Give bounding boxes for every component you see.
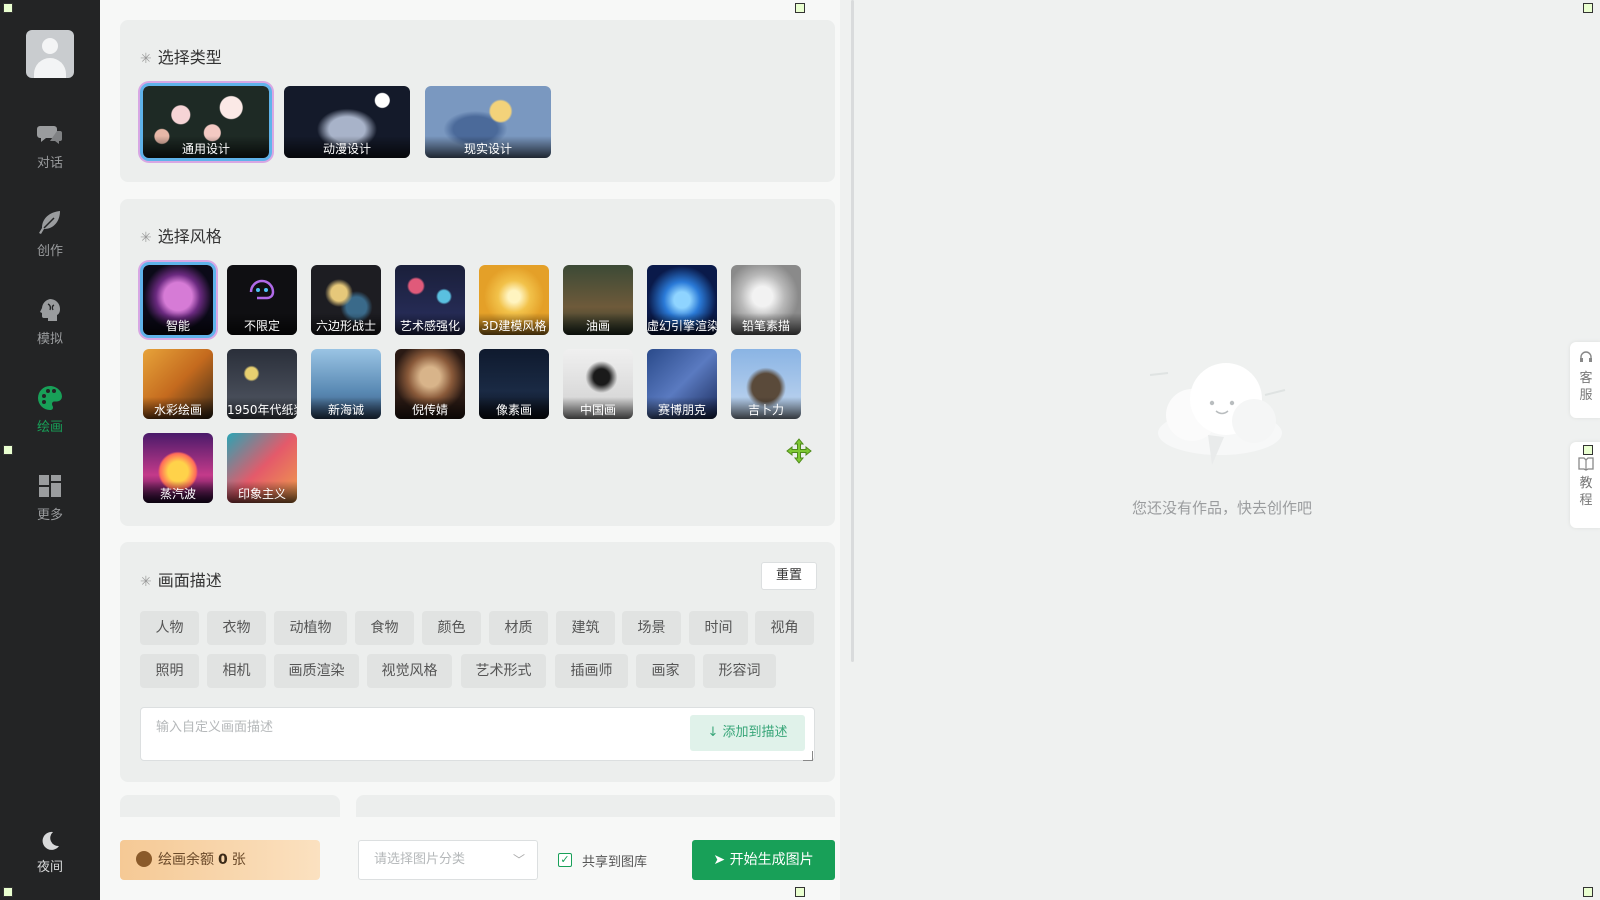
desc-tag[interactable]: 插画师: [555, 654, 628, 688]
chat-icon: [37, 126, 62, 144]
desc-tag[interactable]: 形容词: [703, 654, 776, 688]
share-checkbox[interactable]: ✓: [558, 853, 572, 867]
type-tile-general[interactable]: 通用设计: [140, 83, 272, 161]
nav-item-label: 绘画: [36, 420, 63, 435]
desc-tag[interactable]: 视角: [755, 611, 814, 645]
nav-item-paint[interactable]: 绘画: [0, 384, 100, 454]
resize-handle[interactable]: [1583, 3, 1593, 13]
asterisk-icon: ✳: [140, 574, 152, 590]
desc-tag[interactable]: 人物: [140, 611, 199, 645]
style-tile-vaporwave[interactable]: 蒸汽波: [143, 433, 213, 503]
desc-tag[interactable]: 照明: [140, 654, 199, 688]
grid-icon: [39, 475, 61, 497]
textarea-resize-handle[interactable]: [803, 751, 813, 761]
style-tile-shinkai[interactable]: 新海诚: [311, 349, 381, 419]
style-tile-art-enhance[interactable]: 艺术感强化: [395, 265, 465, 335]
style-tile-unreal-render[interactable]: 虚幻引擎渲染: [647, 265, 717, 335]
type-tile-realistic[interactable]: 现实设计: [425, 86, 551, 158]
desc-tag[interactable]: 材质: [489, 611, 548, 645]
resize-handle[interactable]: [795, 3, 805, 13]
desc-tag[interactable]: 画质渲染: [274, 654, 359, 688]
description-placeholder: 输入自定义画面描述: [156, 720, 274, 735]
type-tile-anime[interactable]: 动漫设计: [284, 86, 410, 158]
desc-tag[interactable]: 视觉风格: [367, 654, 452, 688]
moon-icon: [42, 831, 59, 850]
nav-item-create[interactable]: 创作: [0, 208, 100, 278]
drawing-quota: 绘画余额 0 张: [120, 840, 320, 880]
generate-image-button[interactable]: ➤ 开始生成图片: [692, 840, 835, 880]
desc-tag[interactable]: 相机: [207, 654, 266, 688]
nav-item-more[interactable]: 更多: [0, 472, 100, 542]
book-icon: [1578, 457, 1594, 471]
style-tile-ni-chuanjing[interactable]: 倪传婧: [395, 349, 465, 419]
style-tile-oil-painting[interactable]: 油画: [563, 265, 633, 335]
desc-tag[interactable]: 动植物: [274, 611, 347, 645]
quota-value: 0: [218, 852, 228, 868]
share-to-gallery-label: 共享到图库: [582, 855, 648, 870]
resize-handle[interactable]: [1583, 445, 1593, 455]
image-category-select[interactable]: 请选择图片分类 ﹀: [358, 840, 538, 880]
add-to-description-button[interactable]: ↓ 添加到描述: [690, 715, 805, 751]
style-section-title: ✳ 选择风格: [140, 227, 222, 246]
palette-icon: [38, 386, 62, 410]
desc-tag[interactable]: 颜色: [422, 611, 481, 645]
desc-tag[interactable]: 场景: [622, 611, 681, 645]
resize-handle[interactable]: [3, 445, 13, 455]
select-placeholder: 请选择图片分类: [374, 852, 466, 867]
next-card-right: [356, 795, 835, 817]
nav-item-label: 创作: [36, 244, 63, 259]
move-cursor-icon: [786, 438, 812, 464]
desc-tag[interactable]: 画家: [636, 654, 695, 688]
style-tile-pixel-art[interactable]: 像素画: [479, 349, 549, 419]
style-tile-unlimited[interactable]: 不限定: [227, 265, 297, 335]
empty-cloud-illustration: [1150, 363, 1286, 465]
customer-service-tab[interactable]: 客 服: [1570, 342, 1600, 418]
chevron-down-icon: ﹀: [512, 853, 525, 867]
desc-tag[interactable]: 衣物: [207, 611, 266, 645]
style-tile-3d-model[interactable]: 3D建模风格: [479, 265, 549, 335]
desc-tag[interactable]: 建筑: [556, 611, 615, 645]
style-tile-smart[interactable]: 智能: [140, 262, 216, 338]
brain-icon: [40, 299, 60, 321]
style-tile-hexagon-warrior[interactable]: 六边形战士: [311, 265, 381, 335]
feather-icon: [39, 211, 60, 234]
reset-button[interactable]: 重置: [761, 562, 817, 590]
style-tile-cyberpunk[interactable]: 赛博朋克: [647, 349, 717, 419]
smile-brain-icon: [249, 279, 275, 300]
desc-tag[interactable]: 时间: [689, 611, 748, 645]
style-tile-impressionism[interactable]: 印象主义: [227, 433, 297, 503]
nav-item-simulate[interactable]: 模拟: [0, 296, 100, 366]
palette-icon: [136, 851, 152, 867]
night-mode-toggle[interactable]: 夜间: [0, 830, 100, 900]
panel-scrollbar[interactable]: [851, 0, 854, 662]
nav-item-chat[interactable]: 对话: [0, 120, 100, 190]
send-icon: ➤: [713, 852, 730, 868]
nav-item-label: 对话: [36, 156, 63, 171]
headset-icon: [1580, 351, 1592, 362]
style-tile-1950s-pulp[interactable]: 1950年代纸浆: [227, 349, 297, 419]
nav-item-label: 模拟: [36, 332, 63, 347]
resize-handle[interactable]: [1583, 887, 1593, 897]
user-avatar[interactable]: [26, 30, 74, 78]
asterisk-icon: ✳: [140, 51, 152, 67]
resize-handle[interactable]: [3, 3, 13, 13]
resize-handle[interactable]: [3, 887, 13, 897]
style-tile-ghibli[interactable]: 吉卜力: [731, 349, 801, 419]
asterisk-icon: ✳: [140, 230, 152, 246]
style-tile-watercolor[interactable]: 水彩绘画: [143, 349, 213, 419]
nav-item-label: 更多: [36, 508, 63, 523]
desc-tag[interactable]: 艺术形式: [461, 654, 546, 688]
style-tile-pencil-sketch[interactable]: 铅笔素描: [731, 265, 801, 335]
resize-handle[interactable]: [795, 887, 805, 897]
next-card-left: [120, 795, 340, 817]
empty-state-message: 您还没有作品，快去创作吧: [1132, 499, 1313, 517]
desc-section-title: ✳ 画面描述: [140, 571, 222, 590]
style-tile-chinese-painting[interactable]: 中国画: [563, 349, 633, 419]
night-mode-label: 夜间: [36, 860, 63, 875]
left-nav: 对话 创作 模拟 绘画 更多 夜间: [0, 0, 100, 900]
type-section-title: ✳ 选择类型: [140, 48, 222, 67]
desc-tag[interactable]: 食物: [355, 611, 414, 645]
